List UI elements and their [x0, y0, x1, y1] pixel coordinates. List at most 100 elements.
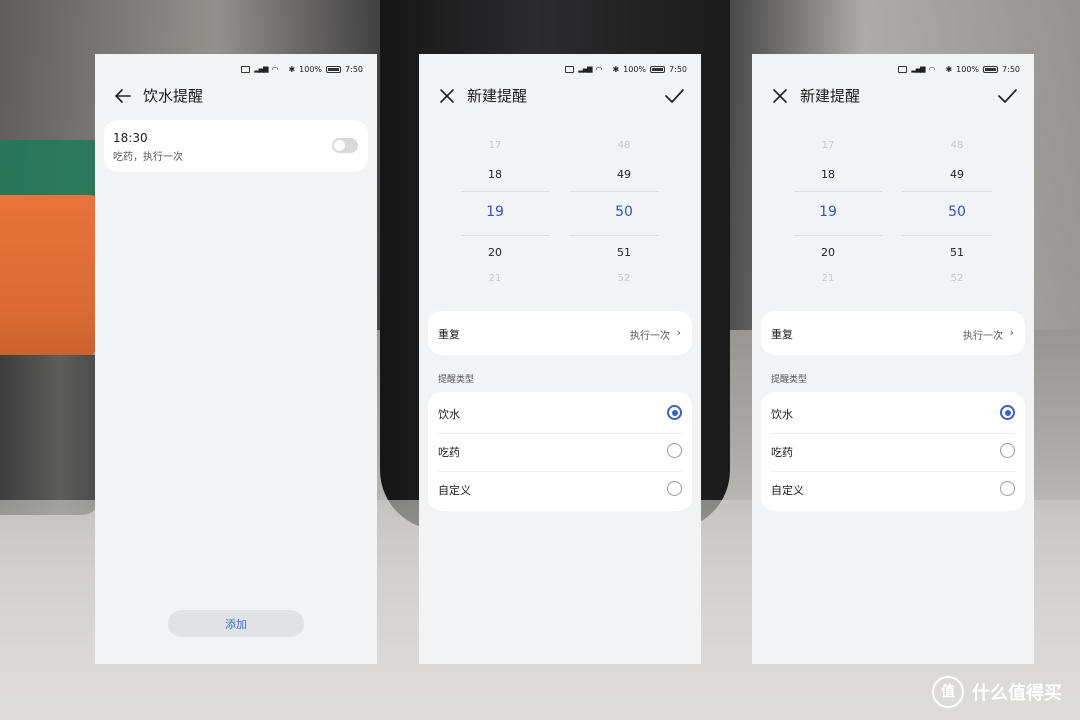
picker-hour[interactable]: 18	[465, 168, 525, 181]
picker-hour-selected[interactable]: 19	[798, 204, 858, 220]
type-option-medicine[interactable]: 吃药	[761, 432, 1025, 470]
repeat-label: 重复	[771, 328, 793, 341]
reminder-type-list: 饮水 吃药 自定义	[761, 392, 1025, 511]
picker-hour[interactable]: 17	[465, 140, 525, 151]
picker-minute[interactable]: 48	[594, 140, 654, 151]
watermark: 值 什么值得买	[932, 676, 1062, 708]
time-picker[interactable]: 17 18 19 20 21 48 49 50 51 52	[419, 134, 701, 294]
type-label: 吃药	[771, 446, 793, 459]
bluetooth-icon: ✱	[945, 64, 953, 74]
title-bar: 新建提醒	[752, 86, 1034, 108]
section-label: 提醒类型	[438, 375, 475, 385]
confirm-check-icon[interactable]	[663, 86, 685, 106]
picker-minute[interactable]: 51	[594, 246, 654, 259]
picker-minute-selected[interactable]: 50	[594, 204, 654, 220]
status-bar: ▂▄▆ ◠ ✱ 100% 7:50	[241, 62, 363, 76]
type-option-water[interactable]: 饮水	[428, 394, 692, 432]
picker-divider	[461, 235, 549, 236]
signal-icon: ▂▄▆	[911, 65, 925, 73]
type-label: 吃药	[438, 446, 460, 459]
status-bar: ▂▄▆ ◠ ✱ 100% 7:50	[565, 62, 687, 76]
bluetooth-icon: ✱	[612, 64, 620, 74]
picker-minute[interactable]: 48	[927, 140, 987, 151]
picker-minute-selected[interactable]: 50	[927, 204, 987, 220]
add-button[interactable]: 添加	[168, 610, 304, 637]
status-time: 7:50	[669, 64, 687, 74]
repeat-row[interactable]: 重复 执行一次 ›	[428, 311, 692, 355]
radio-unselected-icon[interactable]	[1000, 481, 1015, 496]
picker-hour[interactable]: 20	[798, 246, 858, 259]
type-label: 自定义	[438, 484, 471, 497]
watermark-logo: 值	[932, 676, 964, 708]
picker-minute[interactable]: 52	[594, 273, 654, 284]
type-option-water[interactable]: 饮水	[761, 394, 1025, 432]
reminder-type-list: 饮水 吃药 自定义	[428, 392, 692, 511]
title-bar: 新建提醒	[419, 86, 701, 108]
confirm-check-icon[interactable]	[996, 86, 1018, 106]
close-icon[interactable]	[437, 86, 457, 106]
type-label: 饮水	[771, 408, 793, 421]
radio-unselected-icon[interactable]	[667, 443, 682, 458]
battery-icon	[650, 65, 666, 73]
picker-hour[interactable]: 17	[798, 140, 858, 151]
battery-icon	[326, 65, 342, 73]
battery-percent: 100%	[956, 64, 980, 74]
reminder-time: 18:30	[113, 131, 148, 145]
reminder-item[interactable]: 18:30 吃药，执行一次	[104, 120, 368, 172]
phone-screen-new-reminder: ▂▄▆ ◠ ✱ 100% 7:50 新建提醒 17 18 19 20 21 48…	[752, 54, 1034, 664]
battery-percent: 100%	[299, 64, 323, 74]
picker-minute[interactable]: 52	[927, 273, 987, 284]
status-bar: ▂▄▆ ◠ ✱ 100% 7:50	[898, 62, 1020, 76]
picker-divider	[902, 191, 992, 192]
picker-minute[interactable]: 51	[927, 246, 987, 259]
signal-icon: ▂▄▆	[254, 65, 268, 73]
minute-wheel[interactable]: 48 49 50 51 52	[927, 134, 987, 294]
reminder-subtitle: 吃药，执行一次	[113, 152, 183, 163]
picker-hour[interactable]: 18	[798, 168, 858, 181]
wifi-icon: ◠	[271, 64, 279, 74]
radio-selected-icon[interactable]	[1000, 405, 1015, 420]
nfc-icon	[898, 65, 908, 73]
watermark-text: 什么值得买	[972, 683, 1062, 704]
close-icon[interactable]	[770, 86, 790, 106]
radio-unselected-icon[interactable]	[1000, 443, 1015, 458]
repeat-row[interactable]: 重复 执行一次 ›	[761, 311, 1025, 355]
type-option-custom[interactable]: 自定义	[761, 470, 1025, 508]
picker-minute[interactable]: 49	[927, 168, 987, 181]
time-picker[interactable]: 17 18 19 20 21 48 49 50 51 52	[752, 134, 1034, 294]
radio-unselected-icon[interactable]	[667, 481, 682, 496]
picker-divider	[902, 235, 992, 236]
nfc-icon	[241, 65, 251, 73]
wifi-icon: ◠	[595, 64, 603, 74]
background-grey-cup	[0, 355, 100, 515]
type-label: 饮水	[438, 408, 460, 421]
picker-minute[interactable]: 49	[594, 168, 654, 181]
title-bar: 饮水提醒	[95, 86, 377, 108]
repeat-value: 执行一次	[963, 331, 1003, 342]
background-orange-cup	[0, 195, 100, 365]
picker-hour[interactable]: 21	[465, 273, 525, 284]
type-option-medicine[interactable]: 吃药	[428, 432, 692, 470]
bluetooth-icon: ✱	[288, 64, 296, 74]
toggle-knob	[334, 140, 345, 151]
picker-divider	[569, 191, 659, 192]
battery-percent: 100%	[623, 64, 647, 74]
picker-hour[interactable]: 20	[465, 246, 525, 259]
reminder-toggle[interactable]	[332, 138, 358, 153]
type-option-custom[interactable]: 自定义	[428, 470, 692, 508]
picker-hour[interactable]: 21	[798, 273, 858, 284]
section-label: 提醒类型	[771, 375, 808, 385]
back-arrow-icon[interactable]	[113, 86, 133, 106]
picker-divider	[569, 235, 659, 236]
nfc-icon	[565, 65, 575, 73]
hour-wheel[interactable]: 17 18 19 20 21	[465, 134, 525, 294]
radio-selected-icon[interactable]	[667, 405, 682, 420]
picker-divider	[794, 191, 882, 192]
minute-wheel[interactable]: 48 49 50 51 52	[594, 134, 654, 294]
repeat-label: 重复	[438, 328, 460, 341]
phone-screen-reminder-list: ▂▄▆ ◠ ✱ 100% 7:50 饮水提醒 18:30 吃药，执行一次 添加	[95, 54, 377, 664]
page-title: 饮水提醒	[143, 87, 204, 105]
chevron-right-icon: ›	[1009, 326, 1014, 339]
picker-hour-selected[interactable]: 19	[465, 204, 525, 220]
hour-wheel[interactable]: 17 18 19 20 21	[798, 134, 858, 294]
